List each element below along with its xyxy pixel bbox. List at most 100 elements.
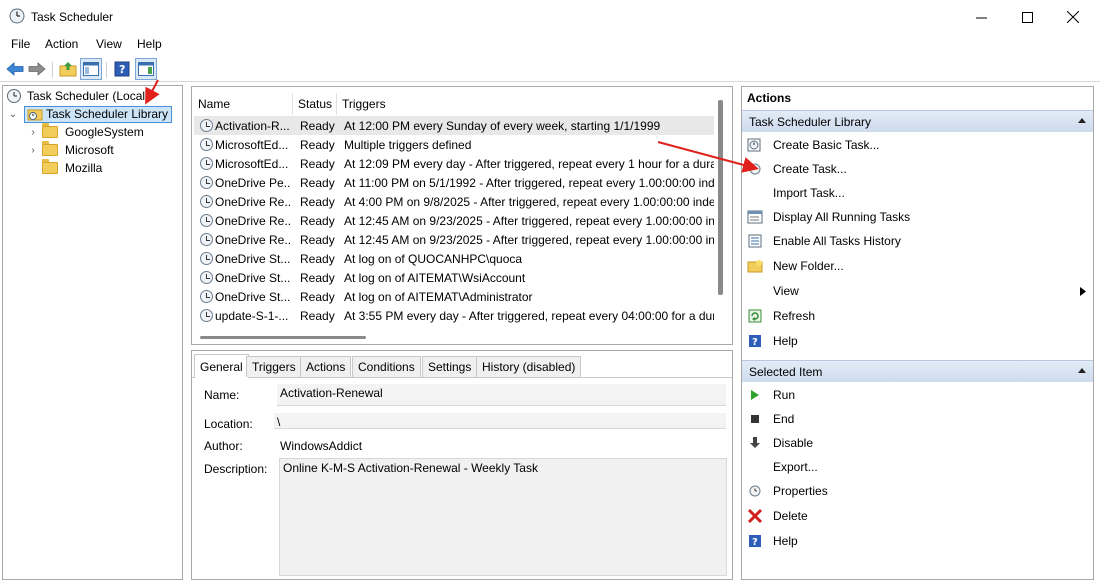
- collapse-arrow-icon[interactable]: [1078, 118, 1086, 123]
- tab-settings[interactable]: Settings: [422, 356, 478, 377]
- chevron-down-icon[interactable]: ⌄: [8, 109, 18, 120]
- up-folder-button[interactable]: [57, 58, 79, 80]
- table-row[interactable]: OneDrive Re... Ready At 12:45 AM on 9/23/2…: [194, 230, 714, 249]
- table-row[interactable]: Activation-R... Ready At 12:00 PM every Su…: [194, 116, 714, 135]
- tab-history[interactable]: History (disabled): [476, 356, 582, 377]
- action-disable[interactable]: Disable: [745, 432, 1090, 454]
- show-hide-action-pane-button[interactable]: [135, 58, 157, 80]
- action-enable-tasks-history[interactable]: Enable All Tasks History: [745, 230, 1090, 252]
- table-row[interactable]: OneDrive St... Ready At log on of QUOCANHP…: [194, 249, 714, 268]
- section-header-selected-item[interactable]: Selected Item: [742, 360, 1093, 382]
- section-header-library[interactable]: Task Scheduler Library: [742, 110, 1093, 132]
- task-clock-icon: [200, 290, 213, 303]
- column-separator[interactable]: [336, 93, 337, 115]
- menu-help[interactable]: Help: [137, 37, 162, 51]
- author-field: WindowsAddict: [280, 439, 363, 453]
- description-label: Description:: [204, 462, 268, 476]
- up-folder-icon: [59, 62, 77, 77]
- create-basic-task-icon: [747, 138, 763, 152]
- tab-triggers[interactable]: Triggers: [246, 356, 302, 377]
- menu-file[interactable]: File: [11, 37, 30, 51]
- vertical-scrollbar[interactable]: [718, 100, 723, 295]
- task-clock-icon: [200, 252, 213, 265]
- column-header-status[interactable]: Status: [298, 97, 332, 111]
- tree-item-microsoft[interactable]: › Microsoft: [28, 141, 114, 159]
- chevron-right-icon[interactable]: ›: [28, 145, 38, 156]
- back-button[interactable]: [4, 58, 26, 80]
- task-clock-icon: [200, 195, 213, 208]
- tree-item-task-scheduler-local[interactable]: Task Scheduler (Local): [6, 87, 149, 105]
- minimize-button[interactable]: [958, 0, 1004, 34]
- task-triggers: At log on of QUOCANHPC\quoca: [344, 252, 523, 266]
- action-label: Display All Running Tasks: [773, 210, 911, 224]
- task-name: MicrosoftEd...: [215, 157, 289, 171]
- forward-button[interactable]: [26, 58, 48, 80]
- action-end[interactable]: End: [745, 408, 1090, 430]
- task-name: OneDrive St...: [215, 290, 290, 304]
- help-icon: ?: [747, 534, 763, 548]
- tree-item-googlesystem[interactable]: › GoogleSystem: [28, 123, 144, 141]
- action-help-selected[interactable]: ? Help: [745, 530, 1090, 552]
- horizontal-scrollbar[interactable]: [200, 336, 366, 339]
- table-row[interactable]: OneDrive St... Ready At log on of AITEMAT\…: [194, 268, 714, 287]
- maximize-icon: [1021, 11, 1033, 23]
- new-folder-icon: [747, 259, 763, 273]
- folder-icon: [42, 141, 58, 156]
- task-name: OneDrive St...: [215, 252, 290, 266]
- table-row[interactable]: OneDrive Re... Ready At 12:45 AM on 9/23/2…: [194, 211, 714, 230]
- action-delete[interactable]: Delete: [745, 505, 1090, 527]
- action-view-submenu[interactable]: View: [745, 280, 1090, 302]
- show-hide-console-tree-button[interactable]: [80, 58, 102, 80]
- menu-view[interactable]: View: [96, 37, 122, 51]
- tree-item-task-scheduler-library[interactable]: ⌄ Task Scheduler Library: [8, 105, 173, 123]
- action-new-folder[interactable]: New Folder...: [745, 255, 1090, 277]
- task-name: Activation-R...: [215, 119, 290, 133]
- table-row[interactable]: MicrosoftEd... Ready Multiple triggers def…: [194, 135, 714, 154]
- table-row[interactable]: OneDrive Pe... Ready At 11:00 PM on 5/1/19…: [194, 173, 714, 192]
- table-row[interactable]: OneDrive St... Ready At log on of AITEMAT\…: [194, 287, 714, 306]
- menu-action[interactable]: Action: [45, 37, 78, 51]
- location-field[interactable]: \: [274, 413, 726, 429]
- column-header-name[interactable]: Name: [198, 97, 230, 111]
- description-field[interactable]: Online K-M-S Activation-Renewal - Weekly…: [279, 458, 727, 576]
- help-book-icon: ?: [114, 61, 130, 77]
- tab-general[interactable]: General: [194, 354, 249, 378]
- close-button[interactable]: [1050, 0, 1096, 34]
- table-row[interactable]: update-S-1-... Ready At 3:55 PM every day …: [194, 306, 714, 325]
- task-clock-icon: [200, 176, 213, 189]
- tree-library-selection: Task Scheduler Library: [24, 105, 173, 123]
- action-create-basic-task[interactable]: Create Basic Task...: [745, 134, 1090, 156]
- action-run[interactable]: Run: [745, 384, 1090, 406]
- action-properties[interactable]: Properties: [745, 480, 1090, 502]
- action-create-task[interactable]: Create Task...: [745, 158, 1090, 180]
- action-pane-icon: [138, 62, 154, 76]
- action-export[interactable]: Export...: [745, 456, 1090, 478]
- task-triggers: At 3:55 PM every day - After triggered, …: [344, 309, 714, 323]
- help-toolbar-button[interactable]: ?: [111, 58, 133, 80]
- close-icon: [1067, 11, 1079, 23]
- table-row[interactable]: OneDrive Re... Ready At 4:00 PM on 9/8/202…: [194, 192, 714, 211]
- tab-conditions[interactable]: Conditions: [352, 356, 421, 377]
- collapse-arrow-icon[interactable]: [1078, 368, 1086, 373]
- maximize-button[interactable]: [1004, 0, 1050, 34]
- action-label: Import Task...: [773, 186, 845, 200]
- name-field[interactable]: Activation-Renewal: [277, 384, 726, 406]
- action-help-library[interactable]: ? Help: [745, 330, 1090, 352]
- svg-text:?: ?: [752, 537, 758, 548]
- action-label: Disable: [773, 436, 814, 450]
- task-scheduler-app-icon: [9, 8, 25, 24]
- toolbar-separator: [52, 62, 53, 78]
- action-refresh[interactable]: Refresh: [745, 305, 1090, 327]
- column-separator[interactable]: [292, 93, 293, 115]
- action-display-running-tasks[interactable]: Display All Running Tasks: [745, 206, 1090, 228]
- chevron-right-icon[interactable]: ›: [28, 127, 38, 138]
- task-status: Ready: [300, 290, 335, 304]
- tree-item-mozilla[interactable]: Mozilla: [38, 159, 102, 177]
- tab-actions[interactable]: Actions: [300, 356, 352, 377]
- folder-icon: [42, 159, 58, 174]
- action-import-task[interactable]: Import Task...: [745, 182, 1090, 204]
- task-name: OneDrive Pe...: [215, 176, 290, 190]
- table-row[interactable]: MicrosoftEd... Ready At 12:09 PM every day…: [194, 154, 714, 173]
- action-label: Create Task...: [773, 162, 847, 176]
- column-header-triggers[interactable]: Triggers: [342, 97, 386, 111]
